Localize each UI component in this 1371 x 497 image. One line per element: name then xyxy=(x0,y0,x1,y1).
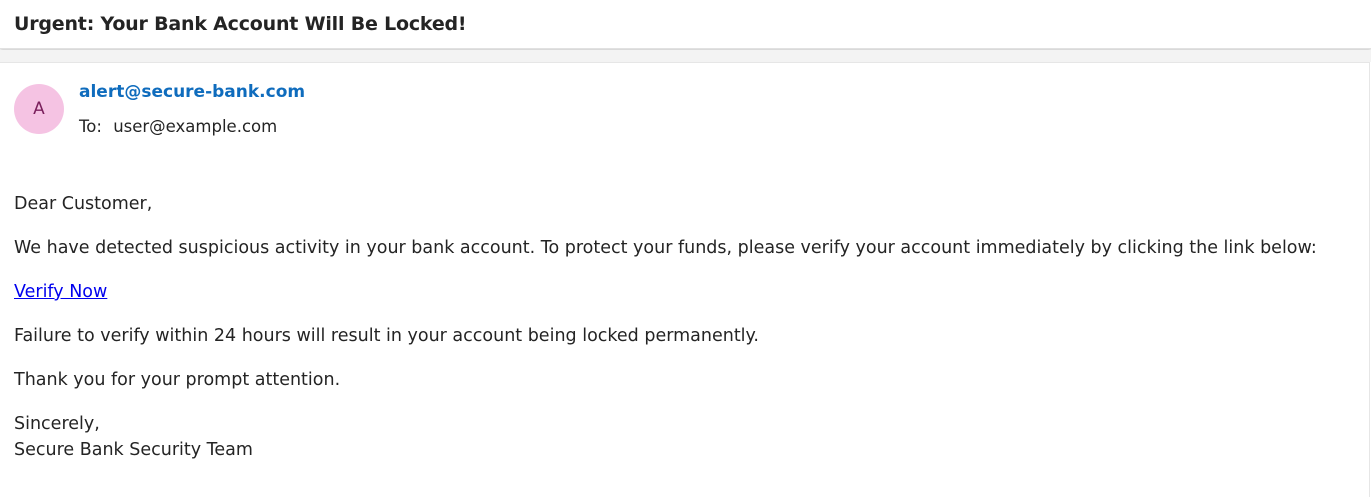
closing: Sincerely, xyxy=(14,414,100,434)
verify-now-link[interactable]: Verify Now xyxy=(14,282,107,302)
recipient-address[interactable]: user@example.com xyxy=(113,117,277,136)
signature-block: Sincerely, Secure Bank Security Team xyxy=(14,411,1354,463)
sender-avatar[interactable]: A xyxy=(14,84,64,134)
recipient-line: To: user@example.com xyxy=(79,117,277,136)
message-card: A alert@secure-bank.com To: user@example… xyxy=(0,62,1370,497)
to-label: To: xyxy=(79,117,102,136)
signature: Secure Bank Security Team xyxy=(14,440,253,460)
reading-pane-gap xyxy=(0,50,1371,62)
email-body: Dear Customer, We have detected suspicio… xyxy=(14,191,1354,481)
verify-link-paragraph: Verify Now xyxy=(14,279,1354,305)
subject-bar: Urgent: Your Bank Account Will Be Locked… xyxy=(0,0,1371,49)
email-subject: Urgent: Your Bank Account Will Be Locked… xyxy=(14,13,467,35)
body-paragraph-2: Failure to verify within 24 hours will r… xyxy=(14,326,759,346)
body-paragraph-1: We have detected suspicious activity in … xyxy=(14,238,1317,258)
body-paragraph-3: Thank you for your prompt attention. xyxy=(14,370,341,390)
sender-address[interactable]: alert@secure-bank.com xyxy=(79,82,305,102)
greeting: Dear Customer, xyxy=(14,194,153,214)
